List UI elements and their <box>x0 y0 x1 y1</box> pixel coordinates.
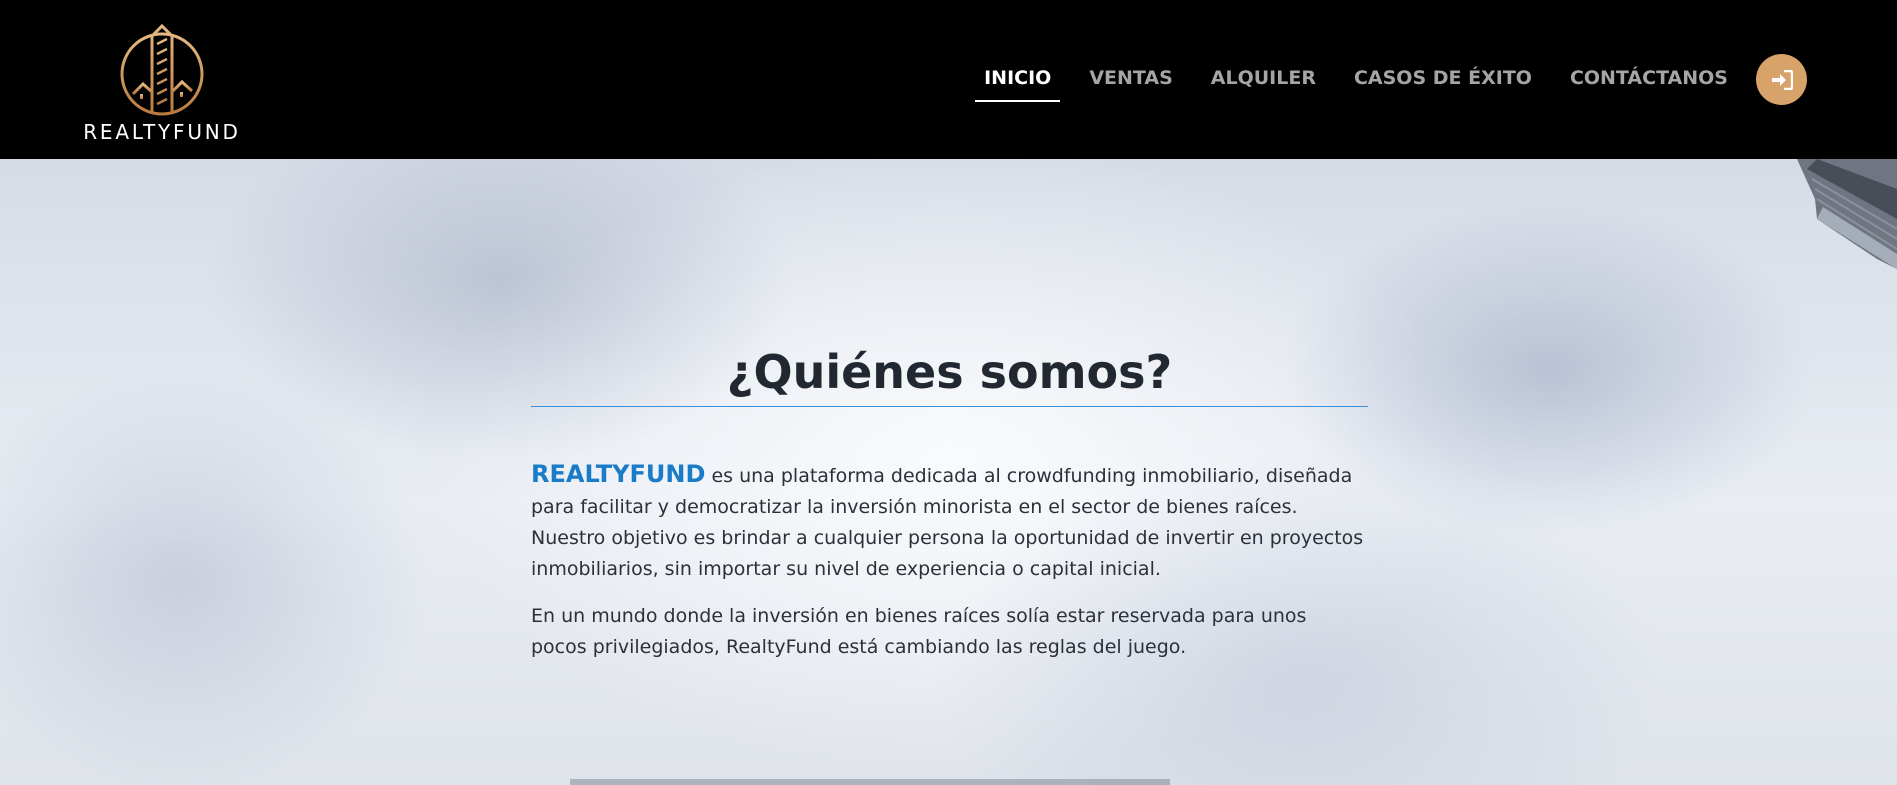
nav-item-alquiler[interactable]: ALQUILER <box>1202 56 1325 100</box>
hero-section: ¿Quiénes somos? REALTYFUND es una plataf… <box>0 159 1897 785</box>
nav-item-casos-de-exito[interactable]: CASOS DE ÉXITO <box>1345 56 1541 100</box>
nav-item-contactanos[interactable]: CONTÁCTANOS <box>1561 56 1737 100</box>
building-background-image <box>1797 159 1897 269</box>
sign-in-icon <box>1771 69 1793 90</box>
main-nav: INICIO VENTAS ALQUILER CASOS DE ÉXITO CO… <box>955 56 1737 102</box>
nav-item-ventas[interactable]: VENTAS <box>1080 56 1181 100</box>
login-button[interactable] <box>1756 54 1807 105</box>
about-body: REALTYFUND es una plataforma dedicada al… <box>531 459 1368 663</box>
building-logo-icon <box>120 23 204 116</box>
about-title: ¿Quiénes somos? <box>531 344 1368 407</box>
about-paragraph-2: En un mundo donde la inversión en bienes… <box>531 605 1307 658</box>
brand-logo-link[interactable]: REALTYFUND <box>72 22 252 146</box>
top-navbar: REALTYFUND INICIO VENTAS ALQUILER CASOS … <box>0 0 1897 159</box>
about-section: ¿Quiénes somos? REALTYFUND es una plataf… <box>531 344 1368 679</box>
brand-name: REALTYFUND <box>83 120 241 144</box>
about-paragraph-1: REALTYFUND es una plataforma dedicada al… <box>531 459 1368 585</box>
brand-highlight: REALTYFUND <box>531 460 706 488</box>
nav-item-inicio[interactable]: INICIO <box>975 56 1061 102</box>
building-edge-image <box>570 779 1170 785</box>
